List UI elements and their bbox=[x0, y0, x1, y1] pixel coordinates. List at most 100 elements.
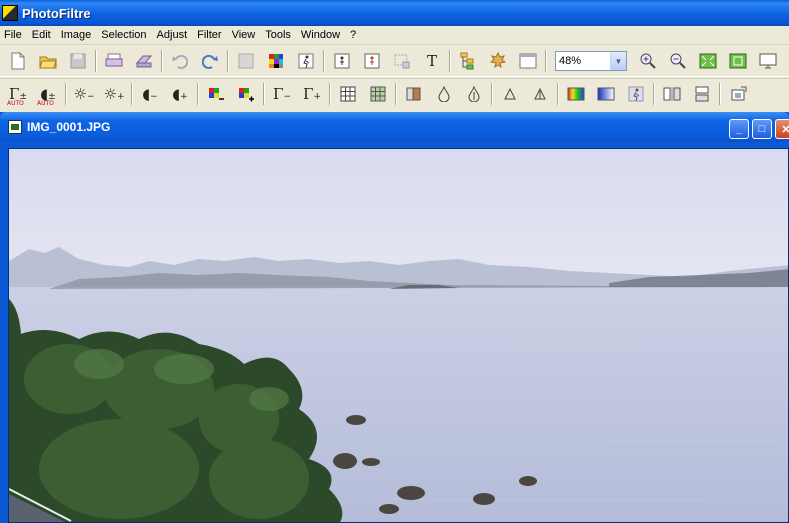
toolbar-separator bbox=[65, 83, 67, 105]
menu-view[interactable]: View bbox=[227, 26, 261, 45]
toolbar-separator bbox=[197, 83, 199, 105]
new-file-icon bbox=[11, 52, 25, 70]
running-figure-icon bbox=[628, 86, 644, 102]
running-figure-icon bbox=[298, 53, 314, 69]
toolbar-separator bbox=[395, 83, 397, 105]
document-title-bar[interactable]: IMG_0001.JPG _ □ ✕ bbox=[0, 112, 789, 142]
scan-button[interactable] bbox=[132, 49, 156, 73]
gamma-minus-button[interactable]: Γ− bbox=[270, 82, 294, 106]
auto-contrast-button[interactable]: Γ± AUTO bbox=[6, 82, 30, 107]
photofiltre-app-icon bbox=[2, 5, 18, 21]
text-tool-button[interactable]: T bbox=[420, 49, 444, 73]
auto-label: AUTO bbox=[37, 100, 54, 107]
toolbar-separator bbox=[323, 50, 325, 72]
sharpen-button[interactable] bbox=[432, 82, 456, 106]
palette-button[interactable] bbox=[264, 49, 288, 73]
fade-gradient-icon bbox=[597, 87, 615, 101]
toolbar-separator bbox=[653, 83, 655, 105]
app-title: PhotoFiltre bbox=[22, 5, 91, 21]
rotate-button[interactable] bbox=[726, 82, 750, 106]
transparency-button[interactable] bbox=[234, 49, 258, 73]
auto-levels-button[interactable]: ◖± AUTO bbox=[36, 82, 60, 107]
flip-horizontal-button[interactable] bbox=[660, 82, 684, 106]
menu-image[interactable]: Image bbox=[56, 26, 97, 45]
blur-button[interactable] bbox=[402, 82, 426, 106]
actual-size-button[interactable] bbox=[726, 49, 750, 73]
toolbar-separator bbox=[131, 83, 133, 105]
window-button[interactable] bbox=[516, 49, 540, 73]
flip-vertical-button[interactable] bbox=[690, 82, 714, 106]
menu-adjust[interactable]: Adjust bbox=[152, 26, 193, 45]
plugin-button[interactable] bbox=[486, 49, 510, 73]
menu-file[interactable]: File bbox=[0, 26, 27, 45]
gamma-plus-icon: Γ+ bbox=[303, 85, 321, 103]
soften-more-button[interactable] bbox=[528, 82, 552, 106]
contrast-minus-icon: ◖− bbox=[142, 85, 158, 103]
color-palette-icon bbox=[269, 54, 283, 68]
gradient-button[interactable] bbox=[564, 82, 588, 106]
menu-selection[interactable]: Selection bbox=[96, 26, 151, 45]
flip-vertical-icon bbox=[695, 86, 709, 102]
automation-button[interactable] bbox=[294, 49, 318, 73]
image-file-icon bbox=[8, 120, 22, 134]
brightness-minus-button[interactable]: ☼− bbox=[72, 82, 96, 106]
save-icon bbox=[70, 53, 86, 69]
sun-minus-icon: ☼− bbox=[73, 85, 95, 103]
zoom-select[interactable]: 48% ▼ bbox=[555, 51, 627, 71]
explorer-button[interactable] bbox=[456, 49, 480, 73]
redo-button[interactable] bbox=[198, 49, 222, 73]
grid-icon bbox=[340, 86, 356, 102]
menu-window[interactable]: Window bbox=[296, 26, 345, 45]
canvas-size-button[interactable] bbox=[360, 49, 384, 73]
save-button[interactable] bbox=[66, 49, 90, 73]
image-canvas[interactable] bbox=[8, 148, 789, 523]
undo-icon bbox=[172, 54, 188, 69]
grid-button[interactable] bbox=[336, 82, 360, 106]
toolbar-separator bbox=[545, 50, 547, 72]
gamma-plus-button[interactable]: Γ+ bbox=[300, 82, 324, 106]
toolbar-separator bbox=[557, 83, 559, 105]
chevron-down-icon[interactable]: ▼ bbox=[610, 52, 626, 70]
soften-button[interactable] bbox=[498, 82, 522, 106]
menu-tools[interactable]: Tools bbox=[260, 26, 296, 45]
auto-transform-button[interactable] bbox=[624, 82, 648, 106]
image-size-button[interactable] bbox=[330, 49, 354, 73]
mosaic-button[interactable] bbox=[366, 82, 390, 106]
print-button[interactable] bbox=[102, 49, 126, 73]
transparency-icon bbox=[238, 53, 254, 69]
text-tool-icon: T bbox=[426, 52, 437, 70]
menu-filter[interactable]: Filter bbox=[192, 26, 226, 45]
saturation-plus-button[interactable] bbox=[234, 82, 258, 106]
triangle-icon bbox=[504, 87, 516, 100]
rotate-image-icon bbox=[731, 86, 747, 101]
crop-button[interactable] bbox=[390, 49, 414, 73]
minimize-button[interactable]: _ bbox=[729, 119, 749, 139]
brightness-plus-button[interactable]: ☼+ bbox=[102, 82, 126, 106]
zoom-out-button[interactable] bbox=[666, 49, 690, 73]
contrast-plus-button[interactable]: ◖+ bbox=[168, 82, 192, 106]
toolbar-separator bbox=[329, 83, 331, 105]
saturation-minus-button[interactable] bbox=[204, 82, 228, 106]
menu-edit[interactable]: Edit bbox=[27, 26, 56, 45]
fade-button[interactable] bbox=[594, 82, 618, 106]
drop-icon bbox=[438, 86, 450, 102]
close-button[interactable]: ✕ bbox=[775, 119, 789, 139]
contrast-minus-button[interactable]: ◖− bbox=[138, 82, 162, 106]
zoom-out-icon bbox=[670, 53, 686, 69]
fit-image-button[interactable] bbox=[696, 49, 720, 73]
contrast-plus-icon: ◖+ bbox=[172, 85, 188, 103]
menu-help[interactable]: ? bbox=[345, 26, 361, 45]
zoom-in-button[interactable] bbox=[636, 49, 660, 73]
new-file-button[interactable] bbox=[6, 49, 30, 73]
maximize-icon: □ bbox=[758, 123, 766, 135]
gamma-minus-icon: Γ− bbox=[273, 85, 291, 103]
actual-size-icon bbox=[729, 53, 747, 69]
canvas-size-icon bbox=[364, 53, 380, 69]
print-icon bbox=[105, 53, 123, 67]
maximize-button[interactable]: □ bbox=[752, 119, 772, 139]
open-file-button[interactable] bbox=[36, 49, 60, 73]
fullscreen-button[interactable] bbox=[756, 49, 780, 73]
sharpen-more-button[interactable] bbox=[462, 82, 486, 106]
lake-photo bbox=[9, 149, 788, 522]
undo-button[interactable] bbox=[168, 49, 192, 73]
